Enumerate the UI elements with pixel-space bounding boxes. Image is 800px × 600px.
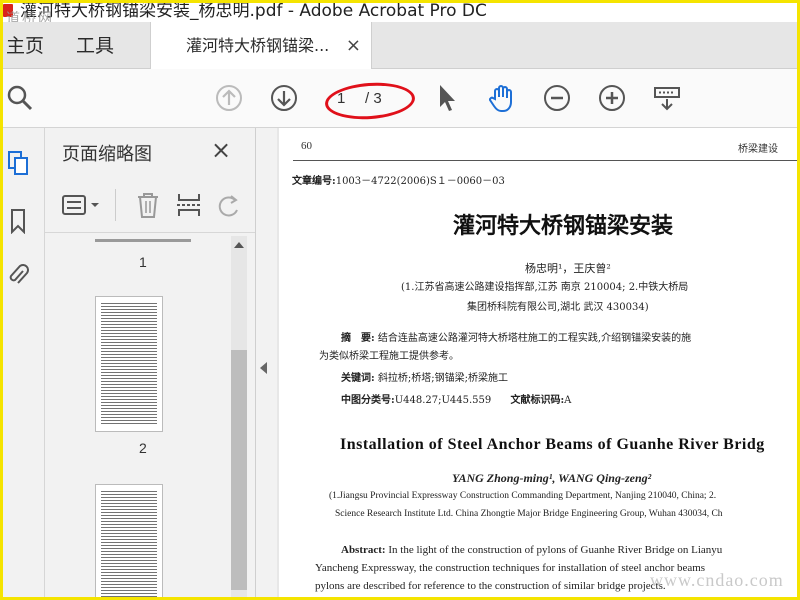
attachments-icon[interactable]: [4, 260, 32, 290]
affiliation-english-1: (1.Jiangsu Provincial Expressway Constru…: [329, 491, 717, 501]
page-2-preview-text: [101, 303, 157, 425]
thumbnail-list: 1 2: [45, 234, 255, 600]
abstract-text-1: 结合连盐高速公路灌河特大桥塔柱施工的工程实践,介绍钢锚梁安装的施: [377, 333, 692, 344]
affiliation-chinese-1: (1.江苏省高速公路建设指挥部,江苏 南京 210004; 2.中铁大桥局: [401, 282, 689, 293]
tab-document-label: 灌河特大桥钢锚梁...: [186, 36, 330, 55]
authors-english: YANG Zhong-ming¹, WANG Qing-zeng²: [452, 471, 652, 485]
hand-tool-icon[interactable]: [485, 81, 519, 115]
search-icon[interactable]: [3, 81, 37, 115]
thumbnails-toolbar: [45, 183, 255, 229]
delete-page-icon[interactable]: [135, 190, 161, 220]
affiliation-english-2: Science Research Institute Ltd. China Zh…: [335, 509, 723, 519]
close-tab-icon[interactable]: ×: [346, 22, 361, 70]
abstract-en-text-1: In the light of the construction of pylo…: [388, 544, 723, 556]
toolbar-divider: [115, 189, 116, 221]
class-label: 中图分类号:: [341, 395, 395, 406]
watermark-bottom-right: www.cndao.com: [650, 570, 784, 590]
extract-pages-icon[interactable]: [175, 190, 203, 220]
panel-divider: [45, 232, 255, 233]
pdf-page[interactable]: 60 桥梁建设 文章编号:1003－4722(2006)S１－0060－03 灌…: [279, 128, 800, 600]
select-cursor-icon[interactable]: [430, 81, 464, 115]
page-header: 60 桥梁建设: [293, 138, 800, 161]
tab-bar: 主页 工具 灌河特大桥钢锚梁... ×: [0, 22, 800, 69]
page-down-icon[interactable]: [267, 81, 301, 115]
abstract-en-label: Abstract:: [341, 544, 386, 556]
journal-name: 桥梁建设: [738, 144, 778, 155]
thumbnails-title: 页面缩略图: [62, 144, 152, 165]
rotate-page-icon[interactable]: [217, 192, 243, 220]
affiliation-chinese-2: 集团桥科院有限公司,湖北 武汉 430034): [467, 302, 649, 313]
scrollbar-thumb[interactable]: [231, 350, 247, 590]
navigation-rail: [0, 128, 45, 600]
title-chinese: 灌河特大桥钢锚梁安装: [453, 213, 674, 239]
keywords: 关键词: 斜拉桥;桥塔;钢锚梁;桥梁施工: [341, 369, 508, 384]
zoom-out-icon[interactable]: [540, 81, 574, 115]
abstract-chinese-2: 为类似桥梁工程施工提供参考。: [319, 351, 459, 362]
article-number: 文章编号:1003－4722(2006)S１－0060－03: [292, 172, 505, 187]
abstract-chinese-1: 摘 要: 结合连盐高速公路灌河特大桥塔柱施工的工程实践,介绍钢锚梁安装的施: [341, 329, 691, 344]
keywords-label: 关键词:: [341, 373, 375, 384]
authors-chinese: 杨忠明¹，王庆曾²: [525, 262, 611, 275]
tab-home[interactable]: 主页: [6, 22, 44, 68]
page-2-thumbnail[interactable]: [95, 296, 163, 432]
abstract-english-3: pylons are described for reference to th…: [315, 580, 666, 592]
tab-document[interactable]: 灌河特大桥钢锚梁... ×: [150, 22, 372, 69]
zoom-in-icon[interactable]: [595, 81, 629, 115]
scroll-mode-icon[interactable]: [650, 81, 684, 115]
close-panel-icon[interactable]: ×: [211, 136, 231, 164]
page-1-thumbnail-edge[interactable]: [95, 239, 191, 242]
article-number-value: 1003－4722(2006)S１－0060－03: [335, 176, 505, 187]
page-2-label: 2: [139, 440, 147, 456]
tab-tools[interactable]: 工具: [76, 22, 114, 68]
classification: 中图分类号:U448.27;U445.559 文献标识码:A: [341, 391, 571, 406]
thumbnails-panel: 页面缩略图 × 1 2: [45, 128, 256, 600]
scroll-up-icon[interactable]: [231, 238, 247, 252]
window-title: 灌河特大桥钢锚梁安装_杨忠明.pdf - Adobe Acrobat Pro D…: [20, 1, 487, 21]
class-value: U448.27;U445.559: [394, 395, 492, 406]
doc-code-label: 文献标识码:: [510, 395, 565, 406]
title-english: Installation of Steel Anchor Beams of Gu…: [340, 436, 765, 453]
doc-code-value: A: [564, 395, 572, 406]
article-number-label: 文章编号:: [292, 176, 336, 187]
title-bar: 灌河特大桥钢锚梁安装_杨忠明.pdf - Adobe Acrobat Pro D…: [0, 0, 800, 22]
page-up-icon[interactable]: [212, 81, 246, 115]
collapse-panel-icon[interactable]: [260, 362, 267, 374]
page-3-thumbnail[interactable]: [95, 484, 163, 600]
page-number: 60: [301, 140, 312, 152]
thumbnail-options-icon[interactable]: [61, 193, 105, 219]
page-1-label: 1: [139, 254, 147, 270]
page-thumbnails-icon[interactable]: [4, 148, 32, 178]
abstract-english-1: Abstract: In the light of the constructi…: [341, 544, 722, 556]
page-3-preview-text: [101, 491, 157, 600]
bookmarks-icon[interactable]: [4, 206, 32, 236]
keywords-value: 斜拉桥;桥塔;钢锚梁;桥梁施工: [377, 373, 508, 384]
abstract-label: 摘 要:: [341, 333, 375, 344]
abstract-english-2: Yancheng Expressway, the construction te…: [315, 562, 706, 574]
